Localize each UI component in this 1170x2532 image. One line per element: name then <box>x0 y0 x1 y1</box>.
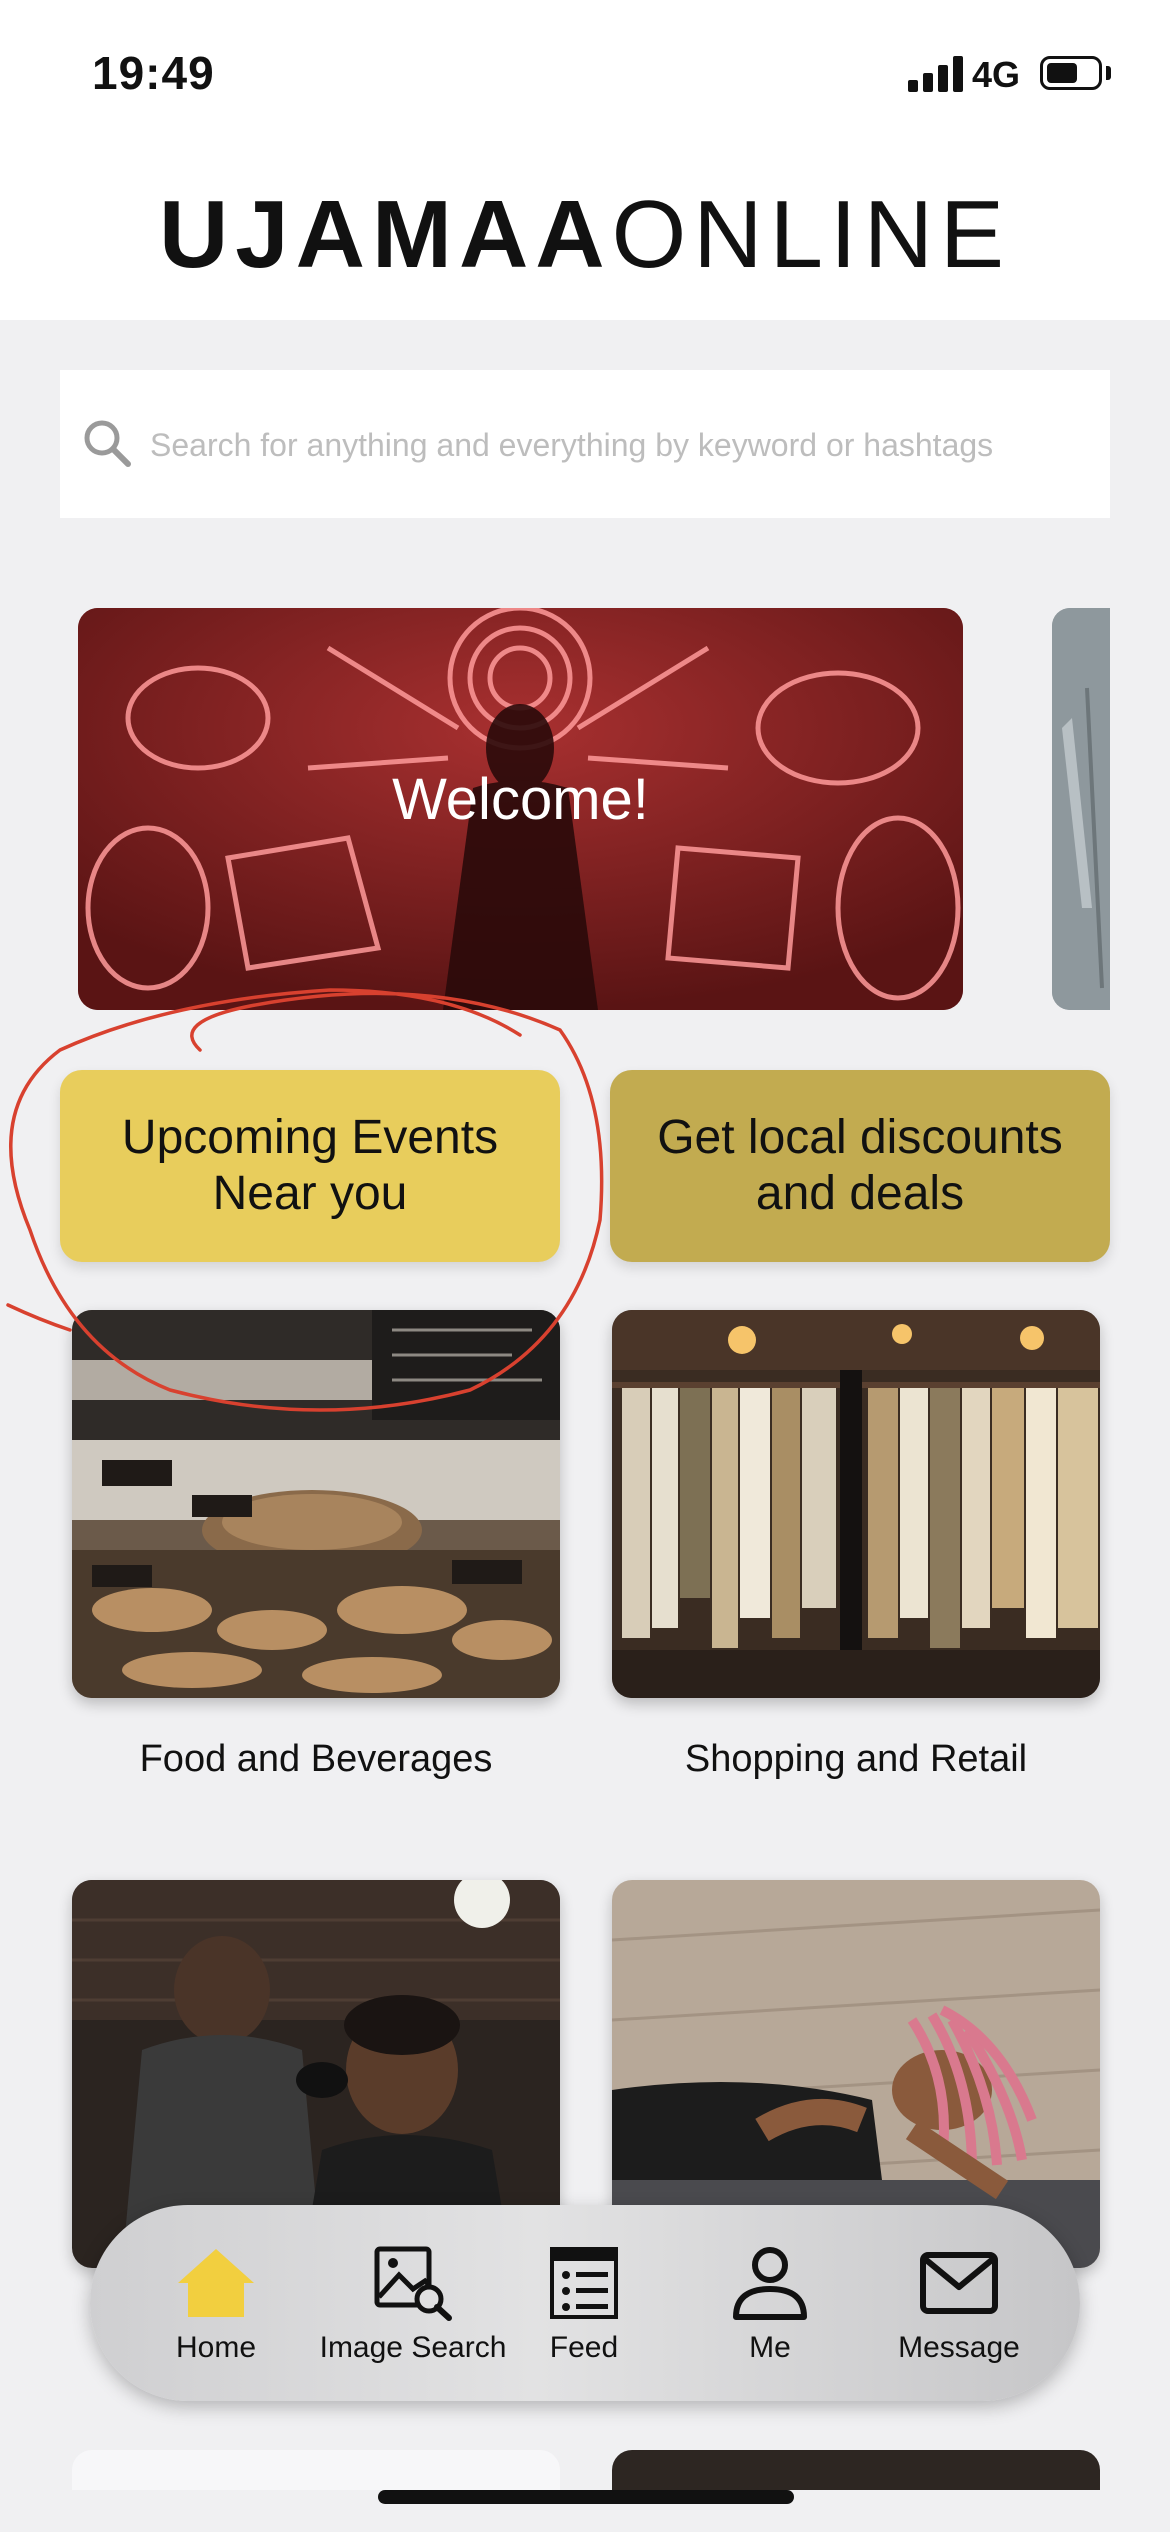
battery-icon <box>1040 56 1102 90</box>
mail-icon <box>920 2252 998 2314</box>
app-logo: UJAMAAONLINE <box>0 180 1170 290</box>
nav-home-label: Home <box>175 2331 257 2364</box>
home-icon <box>178 2249 254 2317</box>
deals-line1: Get local discounts <box>657 1111 1063 1164</box>
nav-home[interactable]: Home <box>136 2205 296 2401</box>
local-deals-button[interactable]: Get local discounts and deals <box>610 1070 1110 1262</box>
category-card-food[interactable] <box>72 1310 560 1698</box>
events-line2: Near you <box>212 1167 408 1220</box>
food-image <box>72 1310 560 1698</box>
feed-icon <box>550 2247 618 2319</box>
shopping-image <box>612 1310 1100 1698</box>
app-header: UJAMAAONLINE <box>0 150 1170 320</box>
category-card-shopping[interactable] <box>612 1310 1100 1698</box>
image-search-icon <box>374 2246 452 2321</box>
category-card-partial-right[interactable] <box>612 2450 1100 2490</box>
nav-image-search[interactable]: Image Search <box>303 2205 523 2401</box>
nav-message[interactable]: Message <box>879 2205 1039 2401</box>
search-bar[interactable] <box>60 370 1110 518</box>
deals-line2: and deals <box>755 1167 965 1220</box>
network-type: 4G <box>972 54 1021 95</box>
nav-feed[interactable]: Feed <box>504 2205 664 2401</box>
banner-title: Welcome! <box>392 767 649 832</box>
logo-bold-text: UJAMAA <box>158 181 612 288</box>
person-icon <box>733 2247 807 2320</box>
search-input[interactable] <box>150 410 1090 480</box>
next-banner-preview[interactable] <box>1052 608 1110 1010</box>
nav-me-label: Me <box>749 2331 791 2364</box>
signal-strength-icon <box>908 56 964 92</box>
upcoming-events-button[interactable]: Upcoming Events Near you <box>60 1070 560 1262</box>
category-label-food: Food and Beverages <box>139 1738 493 1780</box>
nav-message-label: Message <box>898 2331 1020 2364</box>
search-icon <box>84 420 131 467</box>
events-line1: Upcoming Events <box>121 1111 499 1164</box>
status-bar: 19:49 4G <box>0 0 1170 150</box>
next-banner-image <box>1052 608 1110 1010</box>
nav-me[interactable]: Me <box>690 2205 850 2401</box>
nav-image-search-label: Image Search <box>319 2331 507 2364</box>
home-indicator[interactable] <box>378 2490 794 2504</box>
battery-tip <box>1106 66 1111 80</box>
welcome-banner[interactable]: Welcome! <box>78 608 963 1010</box>
category-card-partial-left[interactable] <box>72 2450 560 2490</box>
nav-feed-label: Feed <box>549 2331 619 2364</box>
category-label-shopping: Shopping and Retail <box>684 1738 1028 1780</box>
bottom-navigation: Home Image Search Feed Me Message <box>90 2205 1080 2401</box>
logo-light-text: ONLINE <box>611 181 1012 288</box>
status-time: 19:49 <box>92 47 215 99</box>
